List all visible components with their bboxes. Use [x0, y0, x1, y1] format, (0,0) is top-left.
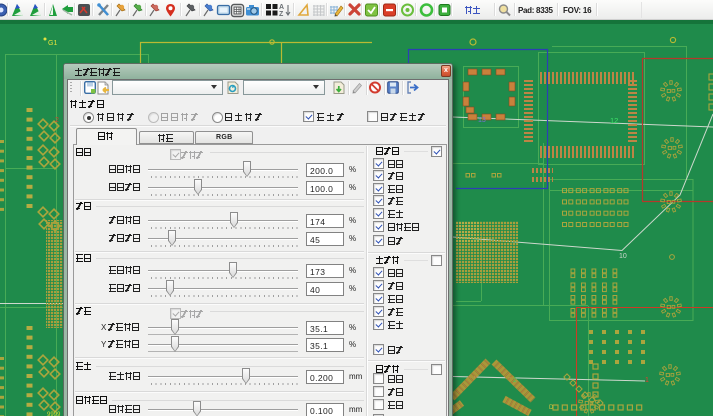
svg-text:2: 2: [55, 117, 59, 124]
svg-text:10: 10: [619, 253, 627, 260]
svg-text:9999: 9999: [47, 412, 61, 416]
svg-text:13: 13: [478, 117, 486, 124]
svg-text:G1: G1: [48, 40, 57, 47]
svg-text:Z: Z: [279, 11, 284, 18]
svg-text:1: 1: [645, 377, 649, 384]
svg-text:12: 12: [610, 116, 618, 125]
svg-text:D: D: [549, 405, 554, 411]
svg-text:A: A: [279, 4, 284, 11]
